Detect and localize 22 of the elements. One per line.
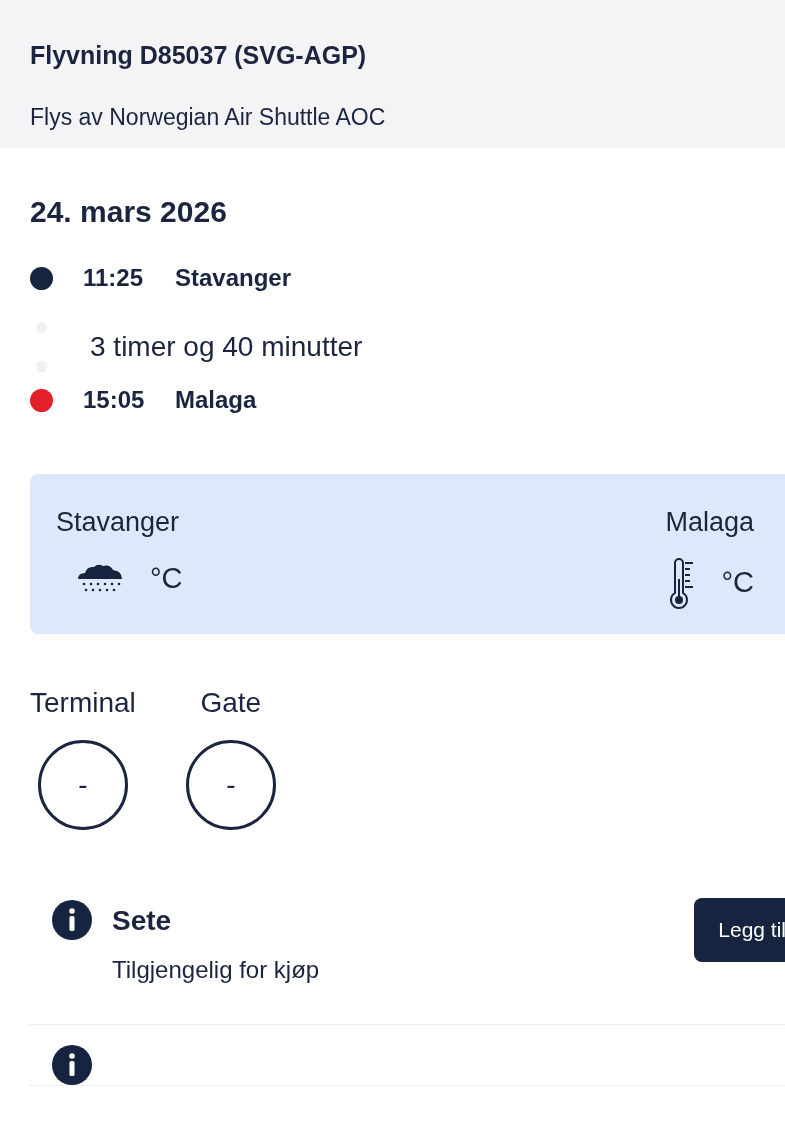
thermometer-icon <box>669 556 696 609</box>
temperature-unit: °C <box>721 564 754 600</box>
add-button[interactable]: Legg til <box>694 898 785 962</box>
section-title: Sete <box>112 904 173 938</box>
gate-label: Gate <box>200 686 262 720</box>
flight-title: Flyvning D85037 (SVG-AGP) <box>30 40 368 70</box>
info-icon <box>52 900 92 940</box>
duration-text: 3 timer og 40 minutter <box>90 330 363 364</box>
info-icon <box>52 1045 92 1085</box>
value-circle: - <box>185 740 276 830</box>
city-name: Malaga <box>665 506 754 539</box>
time-text: 11:25 <box>83 263 145 293</box>
temperature-unit: °C <box>150 560 183 596</box>
place-name: Stavanger <box>175 263 292 293</box>
operator-text: Flys av Norwegian Air Shuttle AOC <box>30 103 387 132</box>
city-name: Stavanger <box>56 506 181 539</box>
time-text: 15:05 <box>83 385 146 415</box>
status-text: Tilgjengelig for kjøp <box>112 955 321 985</box>
value-circle: - <box>37 740 128 830</box>
flight-date: 24. mars 2026 <box>29 194 228 230</box>
gate-label: Terminal <box>30 686 136 720</box>
place-name: Malaga <box>175 385 257 415</box>
